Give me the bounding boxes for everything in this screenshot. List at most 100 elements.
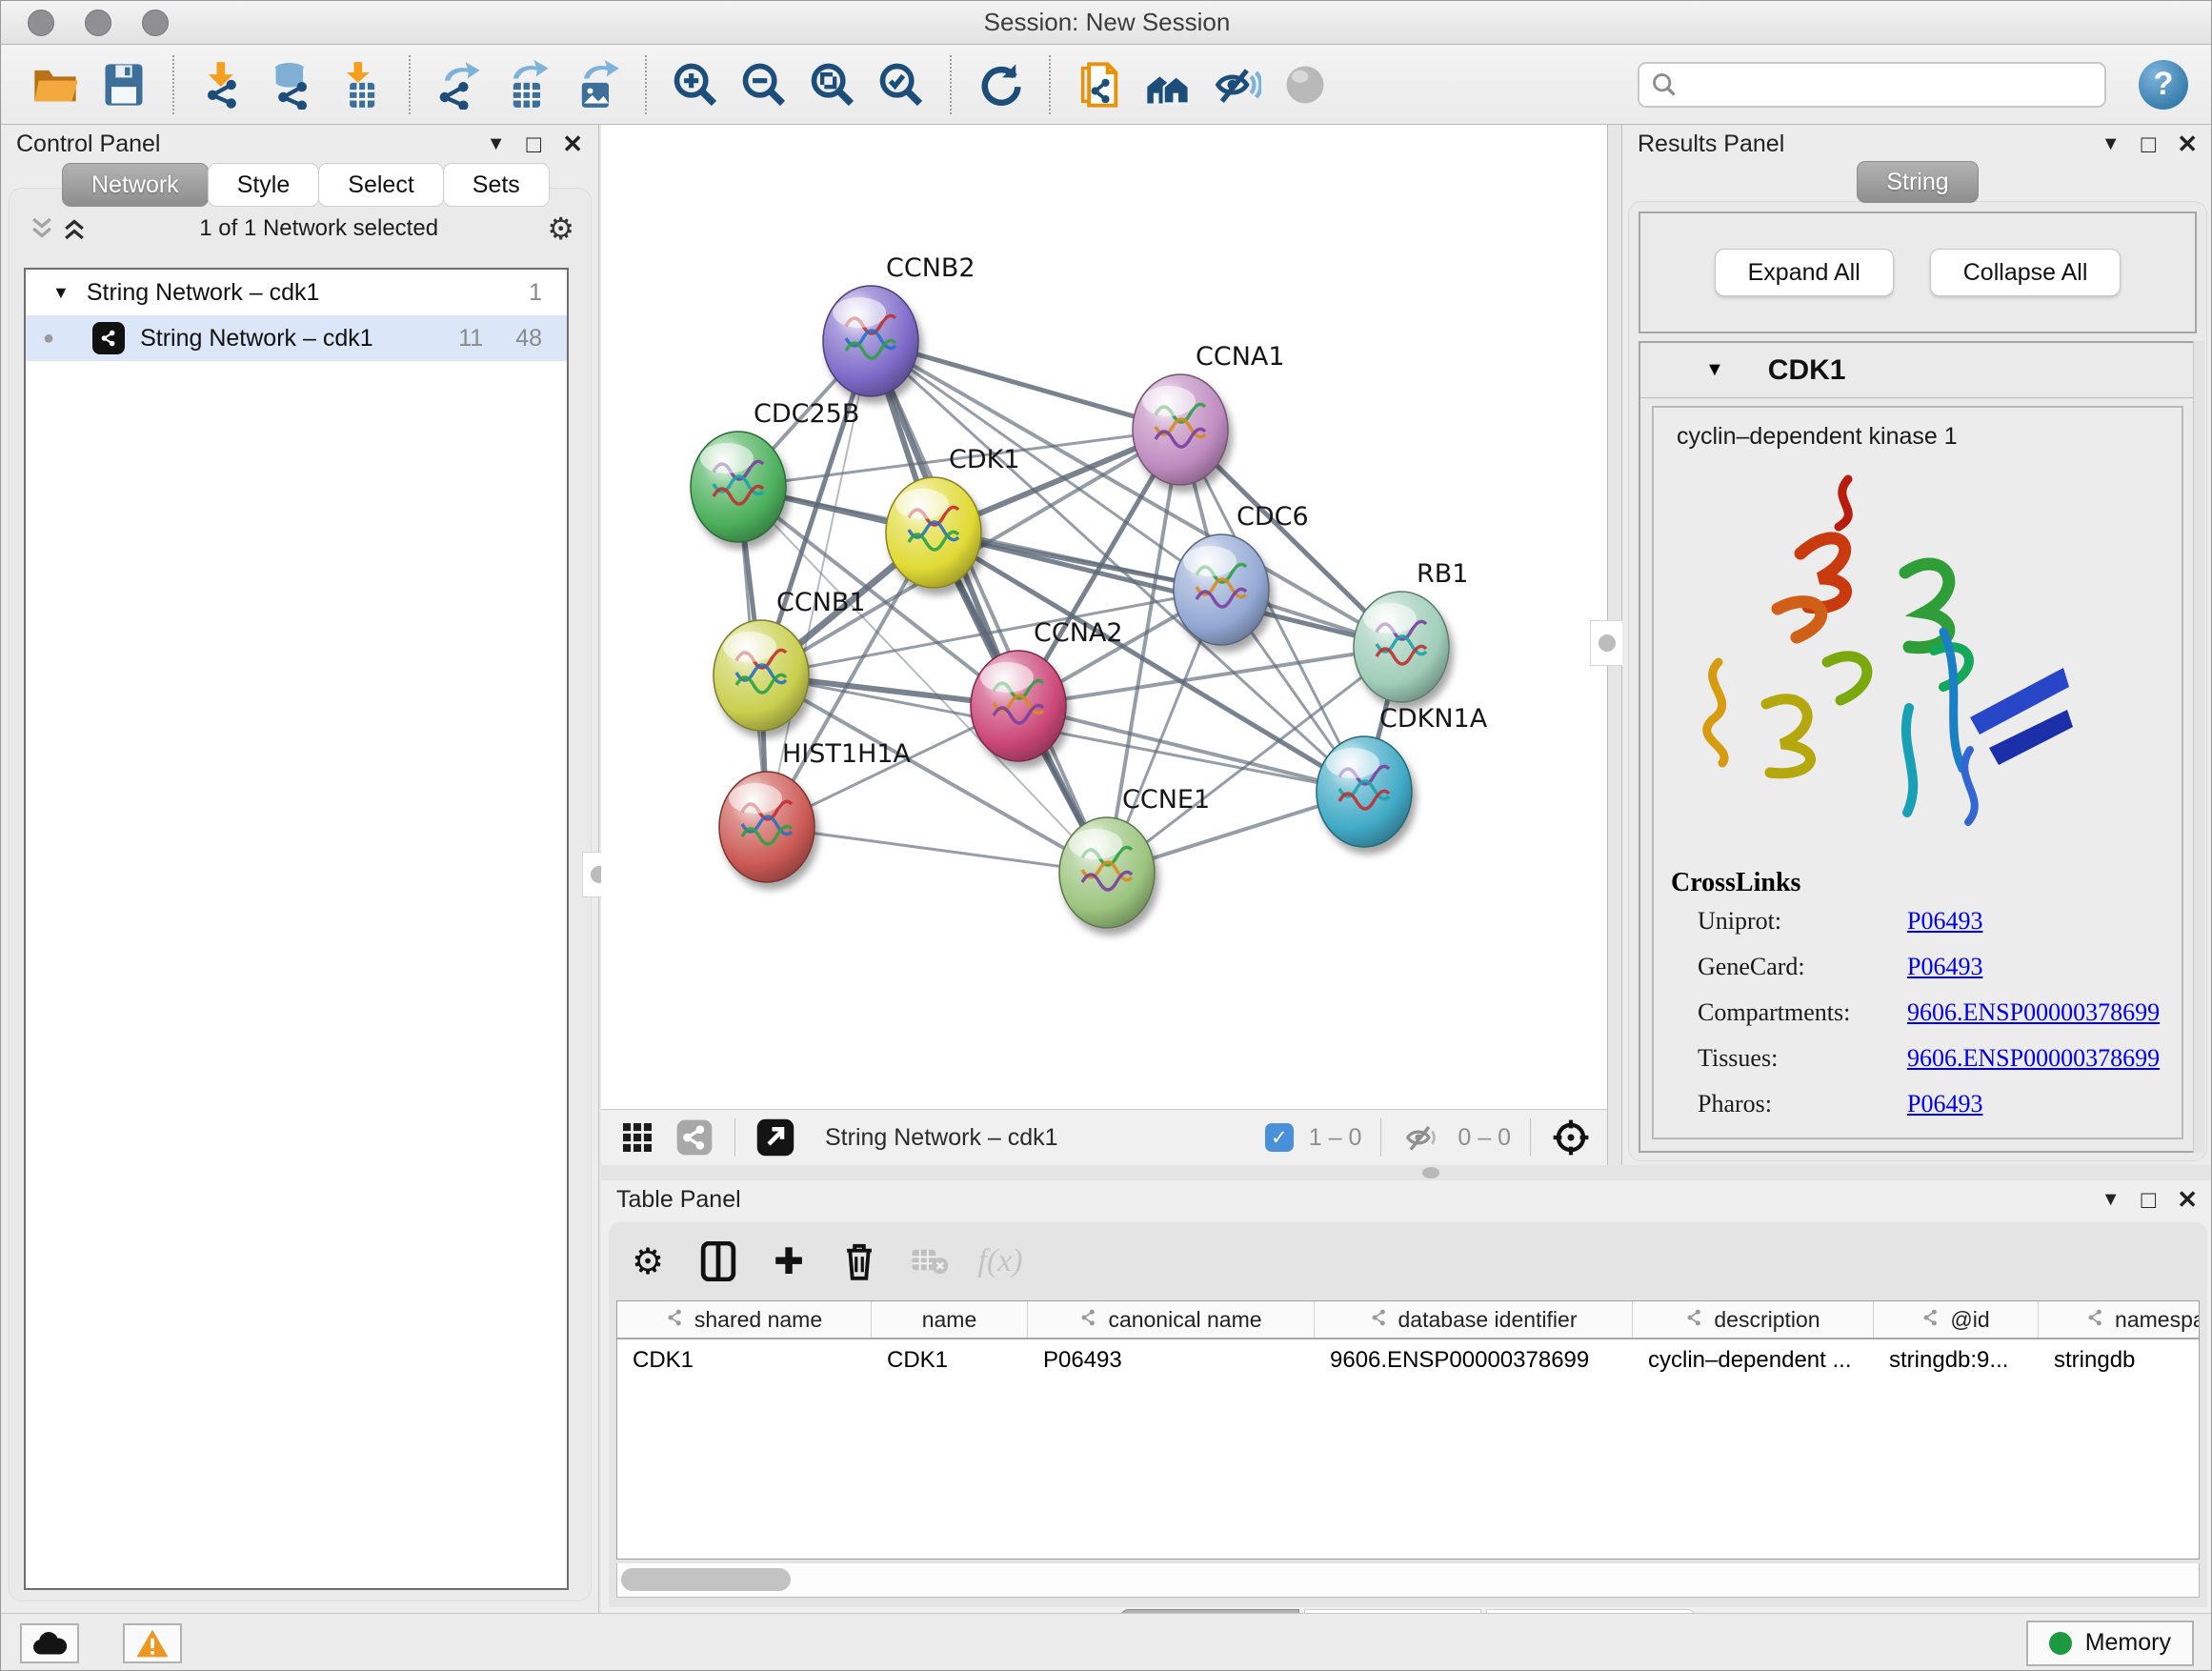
panel-menu-caret-icon[interactable]: ▼ — [487, 134, 506, 153]
home-species-icon[interactable] — [1138, 53, 1197, 116]
crosslink-link[interactable]: 9606.ENSP00000378699 — [1907, 998, 2160, 1027]
hidden-items-eye-icon[interactable] — [1400, 1117, 1442, 1158]
table-cell[interactable]: CDK1 — [617, 1347, 872, 1374]
table-horizontal-scrollbar[interactable] — [616, 1563, 2200, 1598]
table-cell[interactable]: cyclin–dependent ... — [1633, 1347, 1874, 1374]
network-node-cdc25b[interactable]: CDC25B — [691, 399, 859, 542]
birds-eye-view-icon[interactable] — [1550, 1117, 1592, 1158]
network-node-ccne1[interactable]: CCNE1 — [1059, 785, 1210, 928]
zoom-in-icon[interactable] — [666, 53, 725, 116]
network-edge[interactable] — [871, 341, 1107, 873]
network-options-gear-icon[interactable]: ⚙ — [547, 213, 574, 244]
float-panel-icon[interactable]: □ — [2141, 1187, 2156, 1212]
collapse-all-button[interactable]: Collapse All — [1930, 249, 2122, 296]
import-network-file-icon[interactable] — [193, 53, 252, 116]
zoom-fit-icon[interactable] — [803, 53, 862, 116]
selected-items-checkbox-icon[interactable]: ✓ — [1265, 1123, 1294, 1152]
panel-menu-caret-icon[interactable]: ▼ — [2101, 134, 2121, 153]
close-window-icon[interactable] — [28, 10, 54, 36]
results-scrollbar[interactable] — [2193, 341, 2204, 1153]
refresh-icon[interactable] — [971, 53, 1030, 116]
table-options-gear-icon[interactable]: ⚙ — [626, 1239, 670, 1283]
enhance-labels-icon[interactable] — [1207, 53, 1266, 116]
sphere-icon[interactable] — [1276, 53, 1335, 116]
network-node-hist1h1a[interactable]: HIST1H1A — [719, 739, 912, 882]
import-network-database-icon[interactable] — [262, 53, 321, 116]
zoom-selected-icon[interactable] — [872, 53, 931, 116]
entry-header[interactable]: ▼ CDK1 — [1640, 343, 2195, 398]
entry-caret-icon[interactable]: ▼ — [1705, 359, 1724, 381]
table-cell[interactable]: stringdb:9... — [1874, 1347, 2039, 1374]
network-row[interactable]: ● String Network – cdk1 11 48 — [26, 315, 567, 361]
help-icon[interactable]: ? — [2139, 60, 2188, 110]
memory-button[interactable]: Memory — [2026, 1621, 2194, 1666]
expand-all-networks-icon[interactable] — [58, 214, 90, 243]
network-edge[interactable] — [767, 827, 1107, 873]
control-panel-tabs: Network Style Select Sets — [62, 163, 549, 207]
cloud-button[interactable] — [20, 1623, 79, 1663]
tab-select[interactable]: Select — [318, 163, 443, 207]
detach-view-icon[interactable] — [754, 1117, 796, 1158]
network-node-cdkn1a[interactable]: CDKN1A — [1317, 704, 1488, 847]
network-view-icon[interactable] — [674, 1117, 715, 1158]
network-canvas[interactable]: CCNB2CCNA1CDC25BCDK1CDC6RB1CCNB1CCNA2CDK… — [601, 125, 1607, 1109]
maximize-window-icon[interactable] — [142, 10, 169, 36]
string-import-icon[interactable] — [1070, 53, 1129, 116]
open-session-icon[interactable] — [26, 53, 85, 116]
float-panel-icon[interactable]: □ — [526, 131, 541, 156]
table-row[interactable]: CDK1CDK1P064939606.ENSP00000378699cyclin… — [617, 1339, 2199, 1381]
column-header-name[interactable]: name — [872, 1301, 1028, 1338]
horizontal-splitter-handle[interactable] — [1422, 1167, 1439, 1178]
network-node-ccna1[interactable]: CCNA1 — [1133, 342, 1285, 485]
horizontal-splitter[interactable] — [601, 1165, 2212, 1180]
close-panel-icon[interactable]: ✕ — [2177, 1187, 2198, 1212]
right-splitter-handle[interactable] — [1590, 620, 1624, 666]
scrollbar-thumb[interactable] — [621, 1568, 791, 1591]
close-panel-icon[interactable]: ✕ — [2177, 131, 2198, 156]
crosslink-link[interactable]: P06493 — [1907, 953, 1982, 981]
tab-style[interactable]: Style — [208, 163, 320, 207]
expand-all-button[interactable]: Expand All — [1715, 249, 1894, 296]
import-table-file-icon[interactable] — [331, 53, 390, 116]
search-input[interactable] — [1638, 62, 2106, 108]
network-node-cdc6[interactable]: CDC6 — [1174, 502, 1309, 645]
delete-column-icon[interactable] — [837, 1239, 881, 1283]
export-table-icon[interactable] — [498, 53, 557, 116]
column-header-description[interactable]: description — [1633, 1301, 1874, 1338]
network-node-ccnb2[interactable]: CCNB2 — [823, 253, 975, 396]
close-panel-icon[interactable]: ✕ — [562, 131, 583, 156]
column-header--id[interactable]: @id — [1874, 1301, 2039, 1338]
crosslink-link[interactable]: P06493 — [1907, 1090, 1982, 1118]
save-session-icon[interactable] — [94, 53, 153, 116]
collection-caret-icon[interactable]: ▼ — [52, 283, 70, 303]
tab-string[interactable]: String — [1857, 161, 1978, 203]
crosslink-link[interactable]: 9606.ENSP00000378699 — [1907, 1044, 2160, 1073]
collapse-all-networks-icon[interactable] — [26, 214, 58, 243]
network-node-rb1[interactable]: RB1 — [1354, 559, 1468, 702]
minimize-window-icon[interactable] — [85, 10, 111, 36]
table-cell[interactable]: stringdb — [2039, 1347, 2200, 1374]
crosslink-link[interactable]: P06493 — [1907, 907, 1982, 936]
table-cell[interactable]: 9606.ENSP00000378699 — [1315, 1347, 1633, 1374]
zoom-out-icon[interactable] — [734, 53, 794, 116]
crosslink-row: Tissues:9606.ENSP00000378699 — [1663, 1036, 2172, 1081]
table-cell[interactable]: CDK1 — [872, 1347, 1028, 1374]
node-table[interactable]: shared namenamecanonical namedatabase id… — [616, 1300, 2200, 1560]
float-panel-icon[interactable]: □ — [2141, 131, 2156, 156]
tab-network[interactable]: Network — [62, 163, 209, 207]
show-columns-icon[interactable] — [696, 1239, 740, 1283]
warning-button[interactable] — [123, 1623, 182, 1663]
tab-sets[interactable]: Sets — [443, 163, 550, 207]
network-collection-row[interactable]: ▼ String Network – cdk1 1 — [26, 270, 567, 315]
panel-menu-caret-icon[interactable]: ▼ — [2101, 1190, 2121, 1209]
export-image-icon[interactable] — [567, 53, 626, 116]
column-header-canonical-name[interactable]: canonical name — [1028, 1301, 1315, 1338]
crosslink-row: Compartments:9606.ENSP00000378699 — [1663, 990, 2172, 1036]
column-header-database-identifier[interactable]: database identifier — [1315, 1301, 1633, 1338]
column-header-namespace[interactable]: namespace — [2039, 1301, 2200, 1338]
create-column-icon[interactable]: ✚ — [767, 1239, 811, 1283]
grid-view-icon[interactable] — [616, 1117, 658, 1158]
table-cell[interactable]: P06493 — [1028, 1347, 1315, 1374]
export-network-icon[interactable] — [430, 53, 489, 116]
column-header-shared-name[interactable]: shared name — [617, 1301, 872, 1338]
